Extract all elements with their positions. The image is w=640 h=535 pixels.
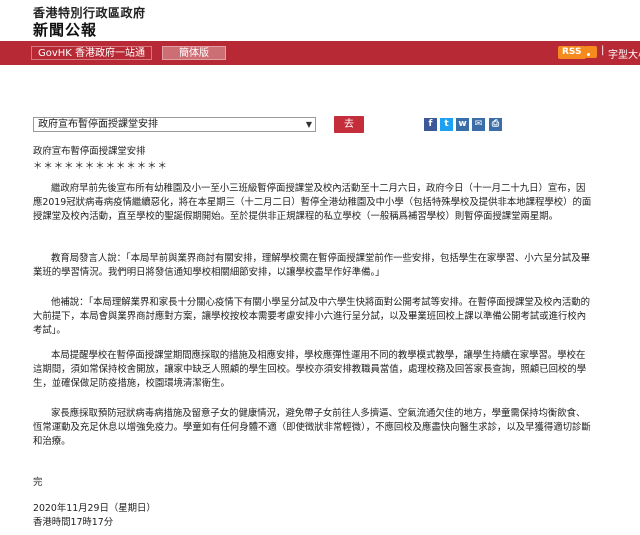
twitter-share-icon[interactable]: t — [440, 118, 453, 131]
press-release-select[interactable]: 政府宣布暫停面授課堂安排 ▼ — [33, 117, 316, 132]
section-title[interactable]: 新聞公報 — [33, 19, 97, 40]
paragraph: 他補說：「本局理解業界和家長十分關心疫情下有關小學呈分試及中六學生快將面對公開考… — [33, 297, 591, 336]
font-size-control[interactable]: 字型大小 — [608, 46, 640, 61]
facebook-share-icon[interactable]: f — [424, 118, 437, 131]
go-button[interactable]: 去 — [334, 116, 364, 133]
paragraph: 繼政府早前先後宣布所有幼稚園及小一至小三班級暫停面授課堂及校內活動至十二月六日，… — [33, 183, 592, 222]
email-share-icon[interactable]: ✉ — [472, 118, 485, 131]
title-separator: ＊＊＊＊＊＊＊＊＊＊＊＊＊ — [33, 161, 168, 172]
chevron-down-icon: ▼ — [305, 120, 312, 129]
weibo-share-icon[interactable]: w — [456, 118, 469, 131]
end-mark: 完 — [33, 477, 43, 488]
top-navbar: GovHK 香港政府一站通 簡体版 RSS | 字型大小 — [0, 41, 640, 65]
site-header: 香港特別行政區政府 新聞公報 — [0, 0, 640, 40]
article-title: 政府宣布暫停面授課堂安排 — [33, 146, 146, 157]
print-icon[interactable]: ⎙ — [489, 118, 502, 131]
paragraph: 教育局發言人說：「本局早前與業界商討有關安排，理解學校需在暫停面授課堂前作一些安… — [33, 253, 591, 278]
paragraph: 本局提醒學校在暫停面授課堂期間應採取的措施及相應安排，學校應彈性運用不同的教學模… — [33, 350, 587, 389]
release-date: 2020年11月29日（星期日） — [33, 503, 156, 514]
nav-separator: | — [601, 45, 605, 56]
simplified-chinese-link[interactable]: 簡体版 — [162, 46, 226, 60]
rss-button[interactable]: RSS — [558, 46, 586, 59]
rss-feed-icon[interactable] — [585, 46, 597, 58]
release-time: 香港時間17時17分 — [33, 517, 114, 528]
paragraph: 家長應採取預防冠狀病毒病措施及留意子女的健康情況，避免帶子女前往人多擠逼、空氣流… — [33, 408, 591, 447]
select-value: 政府宣布暫停面授課堂安排 — [38, 119, 158, 130]
govhk-link[interactable]: GovHK 香港政府一站通 — [31, 46, 153, 60]
